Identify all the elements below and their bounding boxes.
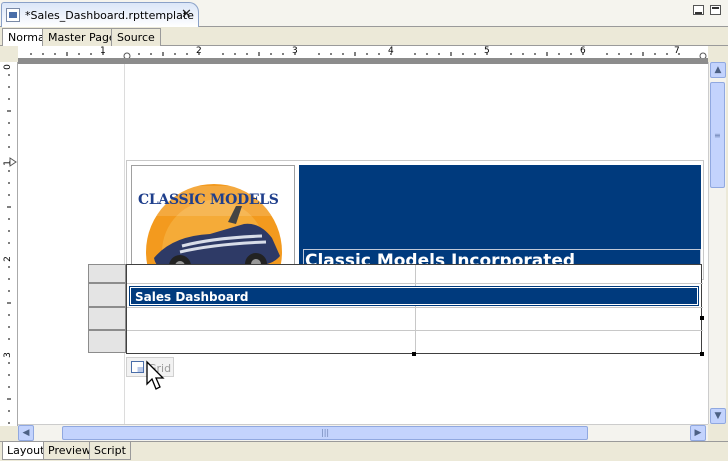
vertical-scroll-thumb[interactable]: ≡ (710, 82, 725, 188)
editor-tab-bar: *Sales_Dashboard.rpttemplate ✕ (0, 0, 728, 27)
mouse-pointer-icon (146, 360, 165, 390)
vertical-scrollbar[interactable]: ▲ ≡ ▼ (708, 62, 726, 426)
ruler-number: 3 (2, 352, 13, 358)
editor-tab-sales-dashboard[interactable]: *Sales_Dashboard.rpttemplate ✕ (1, 2, 199, 27)
chevron-down-icon: ▼ (714, 411, 722, 421)
chevron-up-icon: ▲ (714, 65, 722, 75)
horizontal-scroll-thumb[interactable]: ||| (62, 426, 588, 440)
bottom-tab-bar: Layout Preview Script (0, 441, 728, 461)
resize-handle[interactable] (700, 316, 704, 320)
grip-icon: ||| (321, 428, 330, 437)
ruler-number: 1 (100, 46, 106, 56)
report-file-icon (6, 8, 20, 22)
margin-guide (124, 64, 125, 424)
tab-master-page[interactable]: Master Page (42, 28, 122, 46)
horizontal-scrollbar[interactable]: ◀ ||| ▶ (18, 424, 708, 441)
logo-image (132, 184, 294, 276)
vertical-ruler: 0 1 2 3 (0, 62, 18, 426)
ruler-number: 4 (388, 46, 394, 56)
resize-handle[interactable] (700, 352, 704, 356)
tab-script[interactable]: Script (89, 442, 131, 460)
ruler-number: 3 (292, 46, 298, 56)
grid-row-header[interactable] (88, 283, 126, 307)
scrollbar-corner (708, 424, 728, 441)
scroll-down-button[interactable]: ▼ (710, 408, 726, 424)
ruler-number: 7 (674, 46, 680, 56)
ruler-number: 5 (484, 46, 490, 56)
ruler-number: 6 (580, 46, 586, 56)
scroll-up-button[interactable]: ▲ (710, 62, 726, 78)
report-header-block[interactable]: CLASSIC MODELS Classic Models Incorporat… (126, 160, 704, 280)
chevron-left-icon: ◀ (22, 428, 30, 438)
dashboard-title-cell[interactable]: Sales Dashboard (129, 286, 699, 306)
grip-icon: ≡ (714, 131, 721, 140)
ruler-number: 2 (196, 46, 202, 56)
view-tab-bar: Normal Master Page Source (0, 27, 728, 47)
editor-tab-title: *Sales_Dashboard.rpttemplate (25, 9, 194, 22)
grid-row-header[interactable] (88, 307, 126, 330)
minimize-button[interactable] (693, 5, 704, 15)
ruler-number: 0 (2, 64, 13, 70)
tab-source[interactable]: Source (111, 28, 161, 46)
report-grid[interactable]: Sales Dashboard (126, 264, 703, 355)
report-editor-window: *Sales_Dashboard.rpttemplate ✕ Normal Ma… (0, 0, 728, 461)
maximize-button[interactable] (710, 5, 721, 15)
grid-icon (131, 361, 144, 373)
company-logo[interactable]: CLASSIC MODELS (131, 165, 295, 277)
grid-row-header[interactable] (88, 264, 126, 283)
scroll-right-button[interactable]: ▶ (690, 425, 706, 441)
vertical-ruler-ticks (7, 74, 11, 424)
dashboard-title: Sales Dashboard (135, 290, 249, 304)
logo-text: CLASSIC MODELS (138, 192, 279, 208)
grid-row-header[interactable] (88, 330, 126, 353)
grid-column-divider (415, 265, 416, 355)
tab-preview[interactable]: Preview (43, 442, 96, 460)
ruler-corner (0, 46, 18, 62)
ruler-number: 2 (2, 256, 13, 262)
scroll-left-button[interactable]: ◀ (18, 425, 34, 441)
layout-canvas[interactable]: CLASSIC MODELS Classic Models Incorporat… (18, 64, 708, 424)
top-margin-marker-icon[interactable] (9, 157, 17, 167)
chevron-right-icon: ▶ (694, 428, 702, 438)
resize-handle[interactable] (412, 352, 416, 356)
close-icon[interactable]: ✕ (181, 7, 192, 22)
